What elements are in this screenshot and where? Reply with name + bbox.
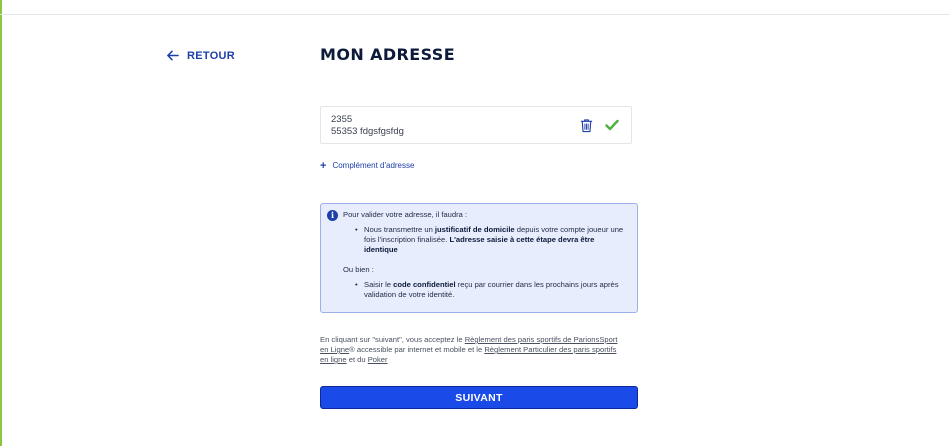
- info-or-label: Ou bien :: [343, 265, 374, 274]
- info-box: i Pour valider votre adresse, il faudra …: [320, 203, 638, 313]
- poker-link[interactable]: Poker: [368, 355, 388, 364]
- left-accent-bar: [0, 0, 2, 446]
- info-icon: i: [327, 210, 338, 221]
- address-card: 2355 55353 fdgsfgsfdg: [320, 106, 632, 144]
- page-title: MON ADRESSE: [320, 45, 456, 64]
- trash-icon[interactable]: [579, 118, 594, 133]
- address-line-2: 55353 fdgsfgsfdg: [331, 126, 404, 137]
- info-list-1: Nous transmettre un justificatif de domi…: [355, 225, 627, 255]
- next-button[interactable]: SUIVANT: [320, 386, 638, 409]
- list-item: Saisir le code confidentiel reçu par cou…: [355, 280, 627, 300]
- back-button[interactable]: RETOUR: [166, 49, 235, 62]
- list-item: Nous transmettre un justificatif de domi…: [355, 225, 627, 255]
- plus-icon: +: [320, 159, 327, 172]
- info-list-2: Saisir le code confidentiel reçu par cou…: [355, 280, 627, 300]
- arrow-left-icon: [167, 50, 179, 61]
- info-intro: Pour valider votre adresse, il faudra :: [343, 210, 468, 219]
- back-label: RETOUR: [187, 49, 236, 62]
- top-divider: [0, 14, 950, 15]
- legal-notice: En cliquant sur "suivant", vous acceptez…: [320, 335, 618, 364]
- complement-label: Complément d'adresse: [332, 161, 415, 170]
- check-icon: [605, 119, 619, 131]
- address-line-1: 2355: [331, 114, 353, 125]
- add-complement-link[interactable]: + Complément d'adresse: [320, 159, 415, 172]
